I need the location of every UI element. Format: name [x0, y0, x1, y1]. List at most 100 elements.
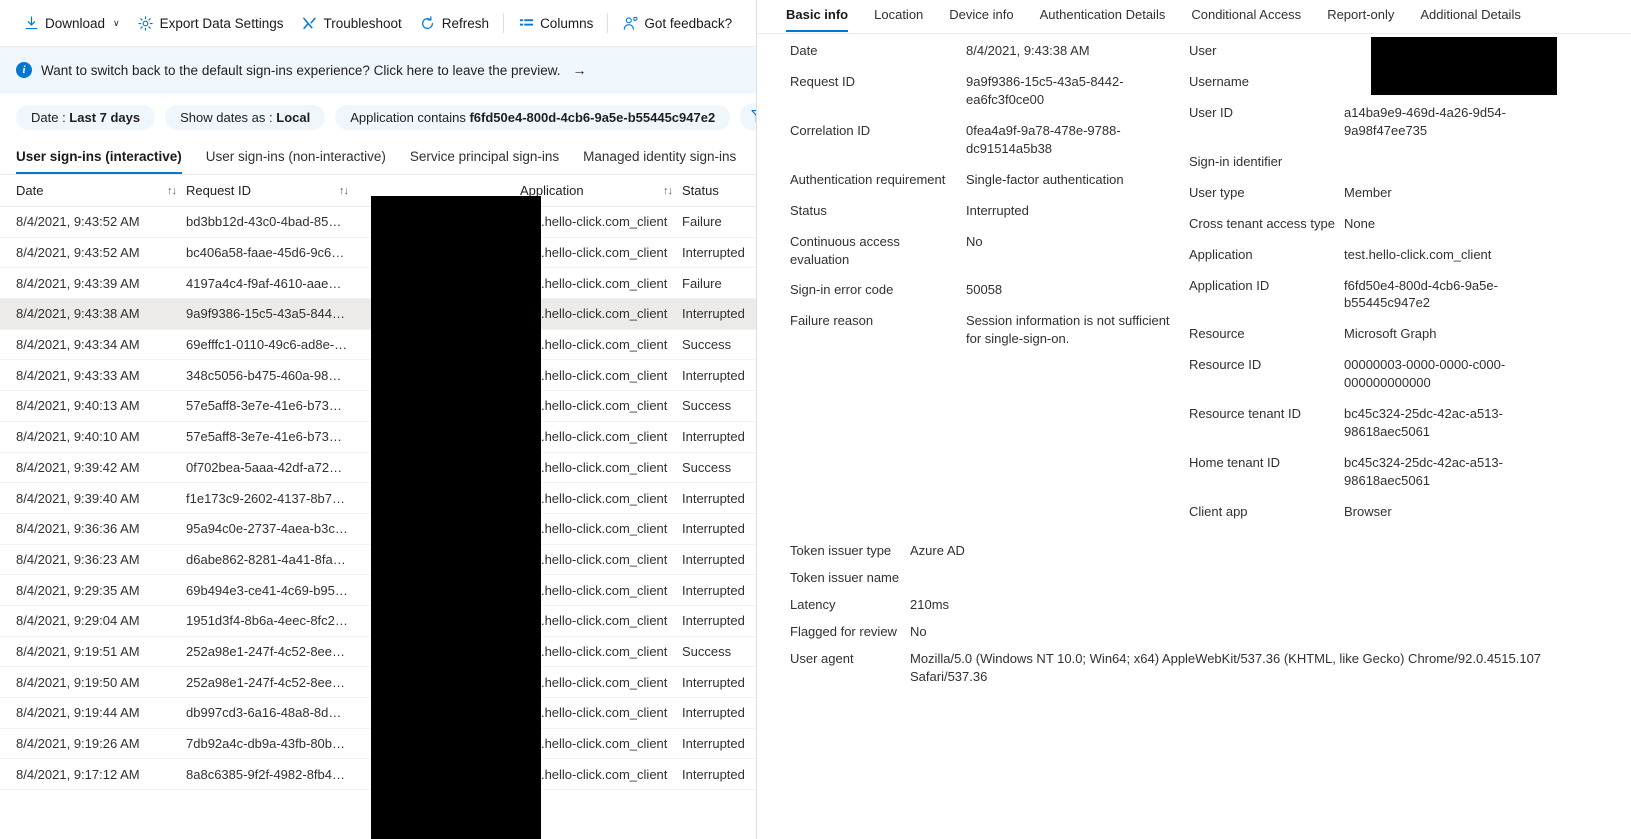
detail-token-value: 210ms — [910, 596, 950, 612]
detail-token-key: Token issuer type — [790, 542, 892, 558]
cell-request-id: 0f702bea-5aaa-42df-a72e-… — [186, 459, 354, 475]
detail-identity-key: User ID — [1189, 104, 1234, 120]
detail-basic-key: Authentication requirement — [790, 171, 946, 187]
cell-status: Failure — [682, 214, 722, 230]
cell-status: Success — [682, 643, 732, 659]
detail-tab-location[interactable]: Location — [861, 0, 936, 31]
tab-user-signins-interactive[interactable]: User sign-ins (interactive) — [16, 141, 194, 174]
cell-date: 8/4/2021, 9:43:33 AM — [16, 367, 140, 383]
detail-basic-row: Sign-in error code 50058 — [790, 281, 1177, 299]
cell-status: Success — [682, 337, 732, 353]
cell-application: test.hello-click.com_client — [520, 398, 668, 414]
cell-status: Interrupted — [682, 766, 745, 782]
detail-right-column: User Username User ID a14ba9e9-469d-4a26-9d… — [1177, 42, 1631, 534]
cell-application: test.hello-click.com_client — [520, 521, 668, 537]
got-feedback-button[interactable]: Got feedback? — [613, 10, 741, 36]
detail-identity-key: Username — [1189, 73, 1249, 89]
refresh-label: Refresh — [441, 15, 490, 31]
detail-basic-key: Failure reason — [790, 313, 874, 329]
cell-application: test.hello-click.com_client — [520, 214, 668, 230]
cell-request-id: bd3bb12d-43c0-4bad-850… — [186, 214, 349, 230]
column-header-status[interactable]: Status — [682, 183, 756, 198]
cell-date: 8/4/2021, 9:29:35 AM — [16, 582, 140, 598]
add-filter-button[interactable] — [740, 103, 756, 131]
cell-request-id: f1e173c9-2602-4137-8b7d… — [186, 490, 353, 506]
tab-service-principal-signins[interactable]: Service principal sign-ins — [398, 141, 571, 174]
cell-status: Interrupted — [682, 674, 745, 690]
detail-basic-row: Status Interrupted — [790, 202, 1177, 220]
sign-in-logs-page: Download ∨ Export Data Settings Troubles… — [0, 0, 1631, 839]
got-feedback-label: Got feedback? — [644, 15, 733, 31]
detail-basic-row: Failure reason Session information is not… — [790, 312, 1177, 348]
tab-user-signins-non-interactive[interactable]: User sign-ins (non-interactive) — [194, 141, 398, 174]
sort-icon: ↑↓ — [167, 184, 177, 197]
detail-left-column: Date 8/4/2021, 9:43:38 AM Request ID 9a9f93… — [757, 42, 1177, 534]
detail-token-key: Latency — [790, 596, 836, 612]
cell-date: 8/4/2021, 9:39:42 AM — [16, 459, 140, 475]
detail-basic-value: No — [966, 233, 983, 249]
detail-token-row: User agent Mozilla/5.0 (Windows NT 10.0; … — [790, 650, 1631, 686]
filter-pill-date-value: Last 7 days — [69, 109, 141, 125]
detail-tab-authentication-details[interactable]: Authentication Details — [1027, 0, 1179, 31]
cell-request-id: 8a8c6385-9f2f-4982-8fb4-… — [186, 766, 350, 782]
detail-tab-basic-info[interactable]: Basic info — [773, 0, 861, 32]
tab-managed-identity-signins[interactable]: Managed identity sign-ins — [571, 141, 748, 174]
export-data-settings-button[interactable]: Export Data Settings — [129, 10, 293, 36]
cell-status: Interrupted — [682, 705, 745, 721]
download-label: Download — [45, 15, 106, 31]
column-header-date[interactable]: Date ↑↓ — [16, 183, 186, 198]
detail-identity-key: Sign-in identifier — [1189, 153, 1283, 169]
troubleshoot-button[interactable]: Troubleshoot — [292, 10, 410, 36]
sort-icon: ↑↓ — [339, 184, 349, 197]
refresh-button[interactable]: Refresh — [411, 10, 498, 36]
cell-status: Interrupted — [682, 245, 745, 261]
cell-application: test.hello-click.com_client — [520, 705, 668, 721]
cell-application: test.hello-click.com_client — [520, 245, 668, 261]
troubleshoot-label: Troubleshoot — [323, 15, 402, 31]
filter-pill-application[interactable]: Application contains f6fd50e4-800d-4cb6-… — [335, 104, 731, 130]
download-button[interactable]: Download ∨ — [14, 10, 129, 36]
detail-basic-value: Interrupted — [966, 202, 1029, 218]
detail-identity-value: test.hello-click.com_client — [1344, 246, 1492, 262]
detail-basic-row: Correlation ID 0fea4a9f-9a78-478e-9788-dc… — [790, 122, 1177, 158]
cell-status: Interrupted — [682, 551, 745, 567]
info-icon: i — [16, 62, 32, 78]
toolbar-divider — [503, 13, 505, 33]
detail-tabs: Basic info Location Device info Authenti… — [757, 0, 1631, 34]
detail-basic-key: Status — [790, 202, 827, 218]
signin-type-tabs: User sign-ins (interactive) User sign-in… — [0, 141, 756, 175]
detail-columns: Date 8/4/2021, 9:43:38 AM Request ID 9a9f93… — [757, 34, 1631, 534]
detail-tab-additional-details[interactable]: Additional Details — [1407, 0, 1533, 31]
cell-request-id: 57e5aff8-3e7e-41e6-b73e-… — [186, 398, 354, 414]
column-header-status-label: Status — [682, 183, 719, 198]
cell-request-id: d6abe862-8281-4a41-8fa6… — [186, 551, 353, 567]
filter-pill-date[interactable]: Date : Last 7 days — [16, 104, 156, 130]
detail-basic-value: Single-factor authentication — [966, 171, 1124, 187]
column-header-request-id[interactable]: Request ID ↑↓ — [186, 183, 358, 198]
cell-date: 8/4/2021, 9:43:52 AM — [16, 214, 140, 230]
preview-banner[interactable]: i Want to switch back to the default sig… — [0, 47, 756, 94]
cell-date: 8/4/2021, 9:43:39 AM — [16, 275, 140, 291]
cell-application: test.hello-click.com_client — [520, 551, 668, 567]
detail-token-row: Token issuer name — [790, 569, 1631, 587]
detail-tab-report-only[interactable]: Report-only — [1314, 0, 1407, 31]
detail-tab-conditional-access[interactable]: Conditional Access — [1178, 0, 1314, 31]
cell-status: Interrupted — [682, 306, 745, 322]
filter-pill-show-dates-as[interactable]: Show dates as : Local — [165, 104, 326, 130]
detail-identity-row: Application test.hello-click.com_client — [1189, 246, 1631, 264]
detail-identity-value: Member — [1344, 184, 1392, 200]
cell-status: Interrupted — [682, 736, 745, 752]
detail-tab-device-info[interactable]: Device info — [936, 0, 1026, 31]
detail-basic-row: Request ID 9a9f9386-15c5-43a5-8442-ea6fc3… — [790, 73, 1177, 109]
filter-pill-date-prefix: Date : — [31, 109, 70, 125]
detail-token-key: Token issuer name — [790, 569, 900, 585]
column-header-application[interactable]: Application ↑↓ — [520, 183, 682, 198]
detail-token-key: User agent — [790, 650, 854, 666]
cell-request-id: 252a98e1-247f-4c52-8ee5-… — [186, 643, 357, 659]
columns-button[interactable]: Columns — [509, 10, 602, 36]
filter-pill-show-dates-prefix: Show dates as : — [180, 109, 277, 125]
cell-request-id: 57e5aff8-3e7e-41e6-b73e-… — [186, 429, 354, 445]
detail-identity-key: Cross tenant access type — [1189, 215, 1335, 231]
cell-application: test.hello-click.com_client — [520, 367, 668, 383]
arrow-right-icon: → — [572, 62, 587, 78]
